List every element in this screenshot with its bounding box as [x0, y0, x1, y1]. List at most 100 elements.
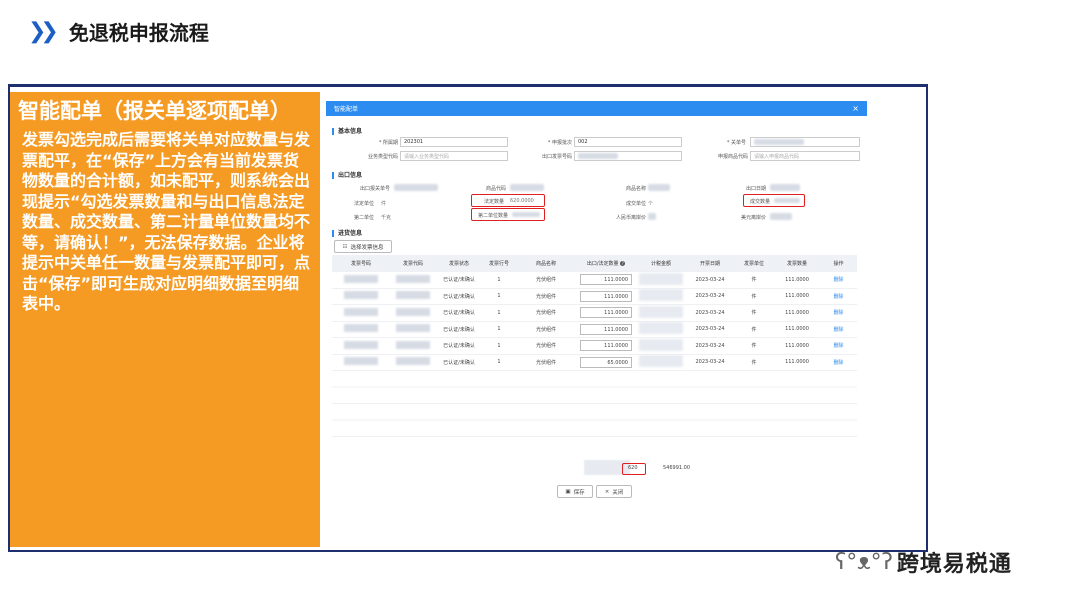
invoice-qty: 111.0000 — [785, 326, 809, 333]
goods-name-label: 商品名称 — [625, 186, 646, 192]
table-header-row: 发票号码 发票代码 发票状态 发票行号 商品名称 出口/法定数量 ? 计税金额 … — [332, 255, 857, 272]
deal-unit-label: 成交单位 — [625, 201, 646, 207]
invoice-qty: 111.0000 — [785, 342, 809, 349]
table-row: 已认证/未确认 1 光伏组件 65.0000 2023-03-24 件 111.0000 删除 — [332, 355, 857, 371]
goods-code-label2: 商品代码 — [485, 186, 506, 192]
invoice-status: 已认证/未确认 — [443, 343, 475, 350]
batch-label: * 申报批次 — [547, 140, 572, 146]
table-row: 已认证/未确认 1 光伏组件 111.0000 2023-03-24 件 111.0000 删… — [332, 322, 857, 338]
export-info-section: 出口信息 — [332, 172, 362, 179]
invoice-unit: 件 — [751, 310, 757, 317]
fob-value — [648, 213, 656, 220]
col-header: 操作 — [833, 260, 844, 267]
goods-name: 光伏组件 — [535, 343, 556, 350]
invoice-date: 2023-03-24 — [695, 326, 725, 333]
amount-value — [770, 213, 792, 220]
invoice-status: 已认证/未确认 — [443, 326, 475, 333]
legal-unit-label: 法定单位 — [353, 201, 374, 207]
delete-link[interactable]: 删除 — [820, 309, 857, 316]
basic-info-section: 基本信息 — [332, 128, 362, 135]
second-qty-label: 第二单位数量 — [477, 213, 508, 219]
invoice-date: 2023-03-24 — [695, 342, 725, 349]
serial-input[interactable] — [750, 137, 860, 147]
table-row: 已认证/未确认 1 光伏组件 111.0000 2023-03-24 件 111.0000 删… — [332, 272, 857, 289]
goods-code-label: 申报商品代码 — [717, 154, 748, 160]
invoice-unit: 件 — [751, 293, 757, 300]
tax-amount — [636, 305, 686, 320]
invoice-number — [332, 291, 390, 301]
x-icon: × — [604, 488, 610, 495]
invoice-line: 1 — [497, 293, 501, 300]
col-header: 发票单位 — [743, 260, 764, 267]
watermark-text: 跨境易税通 — [896, 552, 1012, 577]
invoice-unit: 件 — [751, 343, 757, 350]
invoice-status: 已认证/未确认 — [443, 277, 475, 284]
export-invoice-label: 出口发票号码 — [541, 154, 572, 160]
delete-link[interactable]: 删除 — [820, 359, 857, 366]
qty-input[interactable]: 111.0000 — [580, 340, 632, 352]
delete-link[interactable]: 删除 — [820, 326, 857, 333]
close-button[interactable]: × 关闭 — [596, 485, 632, 498]
dialog-titlebar: 智能配单 × — [326, 101, 867, 116]
help-icon[interactable]: ? — [620, 260, 626, 266]
customs-no-value — [394, 184, 438, 191]
invoice-line: 1 — [497, 326, 501, 333]
close-icon[interactable]: × — [852, 104, 859, 113]
delete-link[interactable]: 删除 — [820, 342, 857, 349]
invoice-table: 发票号码 发票代码 发票状态 发票行号 商品名称 出口/法定数量 ? 计税金额 … — [332, 255, 857, 443]
business-code-input[interactable]: 请输入业务类型代码 — [400, 151, 508, 161]
qty-input[interactable]: 111.0000 — [580, 323, 632, 335]
panel-heading: 智能配单（报关单逐项配单） — [18, 99, 291, 123]
explanation-panel: 智能配单（报关单逐项配单） 发票勾选完成后需要将关单对应数量与发票配平，在“保存… — [10, 92, 320, 547]
qty-input[interactable]: 111.0000 — [580, 307, 632, 319]
invoice-number — [332, 307, 390, 318]
business-code-label: 业务类型代码 — [367, 154, 398, 160]
tax-amount — [636, 338, 686, 353]
invoice-date: 2023-03-24 — [695, 293, 725, 300]
qty-cell: 111.0000 — [576, 323, 636, 335]
qty-input[interactable]: 65.0000 — [580, 356, 632, 368]
second-qty-value — [512, 212, 540, 217]
qty-input[interactable]: 111.0000 — [580, 290, 632, 302]
period-input[interactable]: 202301 — [400, 137, 508, 147]
invoice-code — [390, 357, 436, 367]
export-invoice-input[interactable] — [574, 151, 682, 161]
goods-code-value — [510, 184, 544, 191]
deal-qty-value — [774, 198, 800, 203]
invoice-qty: 111.0000 — [785, 359, 809, 366]
delete-link[interactable]: 删除 — [820, 293, 857, 300]
invoice-line: 1 — [497, 276, 501, 283]
select-invoice-label: 选择发票信息 — [350, 244, 384, 251]
invoice-line: 1 — [497, 359, 501, 366]
invoice-code — [390, 340, 436, 351]
qty-cell: 111.0000 — [576, 340, 636, 352]
col-header: 发票代码 — [402, 260, 423, 267]
invoice-unit: 件 — [751, 277, 757, 284]
customs-no-label: 出口报关单号 — [359, 186, 390, 192]
deal-unit-value: 个 — [648, 201, 654, 207]
invoice-number — [332, 274, 390, 285]
invoice-qty: 111.0000 — [785, 293, 809, 300]
save-label: 保存 — [573, 489, 585, 496]
tax-amount — [636, 289, 686, 303]
qty-input[interactable]: 111.0000 — [580, 274, 632, 286]
save-button[interactable]: ▣ 保存 — [557, 485, 593, 498]
select-invoice-button[interactable]: ☷ 选择发票信息 — [334, 240, 392, 253]
invoice-status: 已认证/未确认 — [443, 293, 475, 300]
goods-code-input[interactable]: 请输入申报商品代码 — [750, 151, 860, 161]
purchase-info-section: 进货信息 — [332, 230, 362, 237]
delete-link[interactable]: 删除 — [820, 276, 857, 283]
invoice-qty: 111.0000 — [785, 309, 809, 316]
total-qty: 620 — [628, 465, 638, 471]
second-unit-label: 第二单位 — [353, 215, 374, 221]
qty-cell: 111.0000 — [576, 274, 636, 286]
batch-input[interactable]: 002 — [574, 137, 682, 147]
invoice-number — [332, 324, 390, 334]
smart-match-dialog: 智能配单 × 基本信息 * 所属期 202301 * 申报批次 002 * 关单… — [326, 101, 867, 546]
legal-qty-label: 法定数量 — [483, 199, 504, 205]
list-icon: ☷ — [342, 243, 348, 250]
export-date-value — [770, 184, 800, 191]
col-header: 发票状态 — [448, 260, 469, 267]
export-date-label: 出口日期 — [745, 186, 766, 192]
col-header: 发票行号 — [488, 260, 509, 267]
